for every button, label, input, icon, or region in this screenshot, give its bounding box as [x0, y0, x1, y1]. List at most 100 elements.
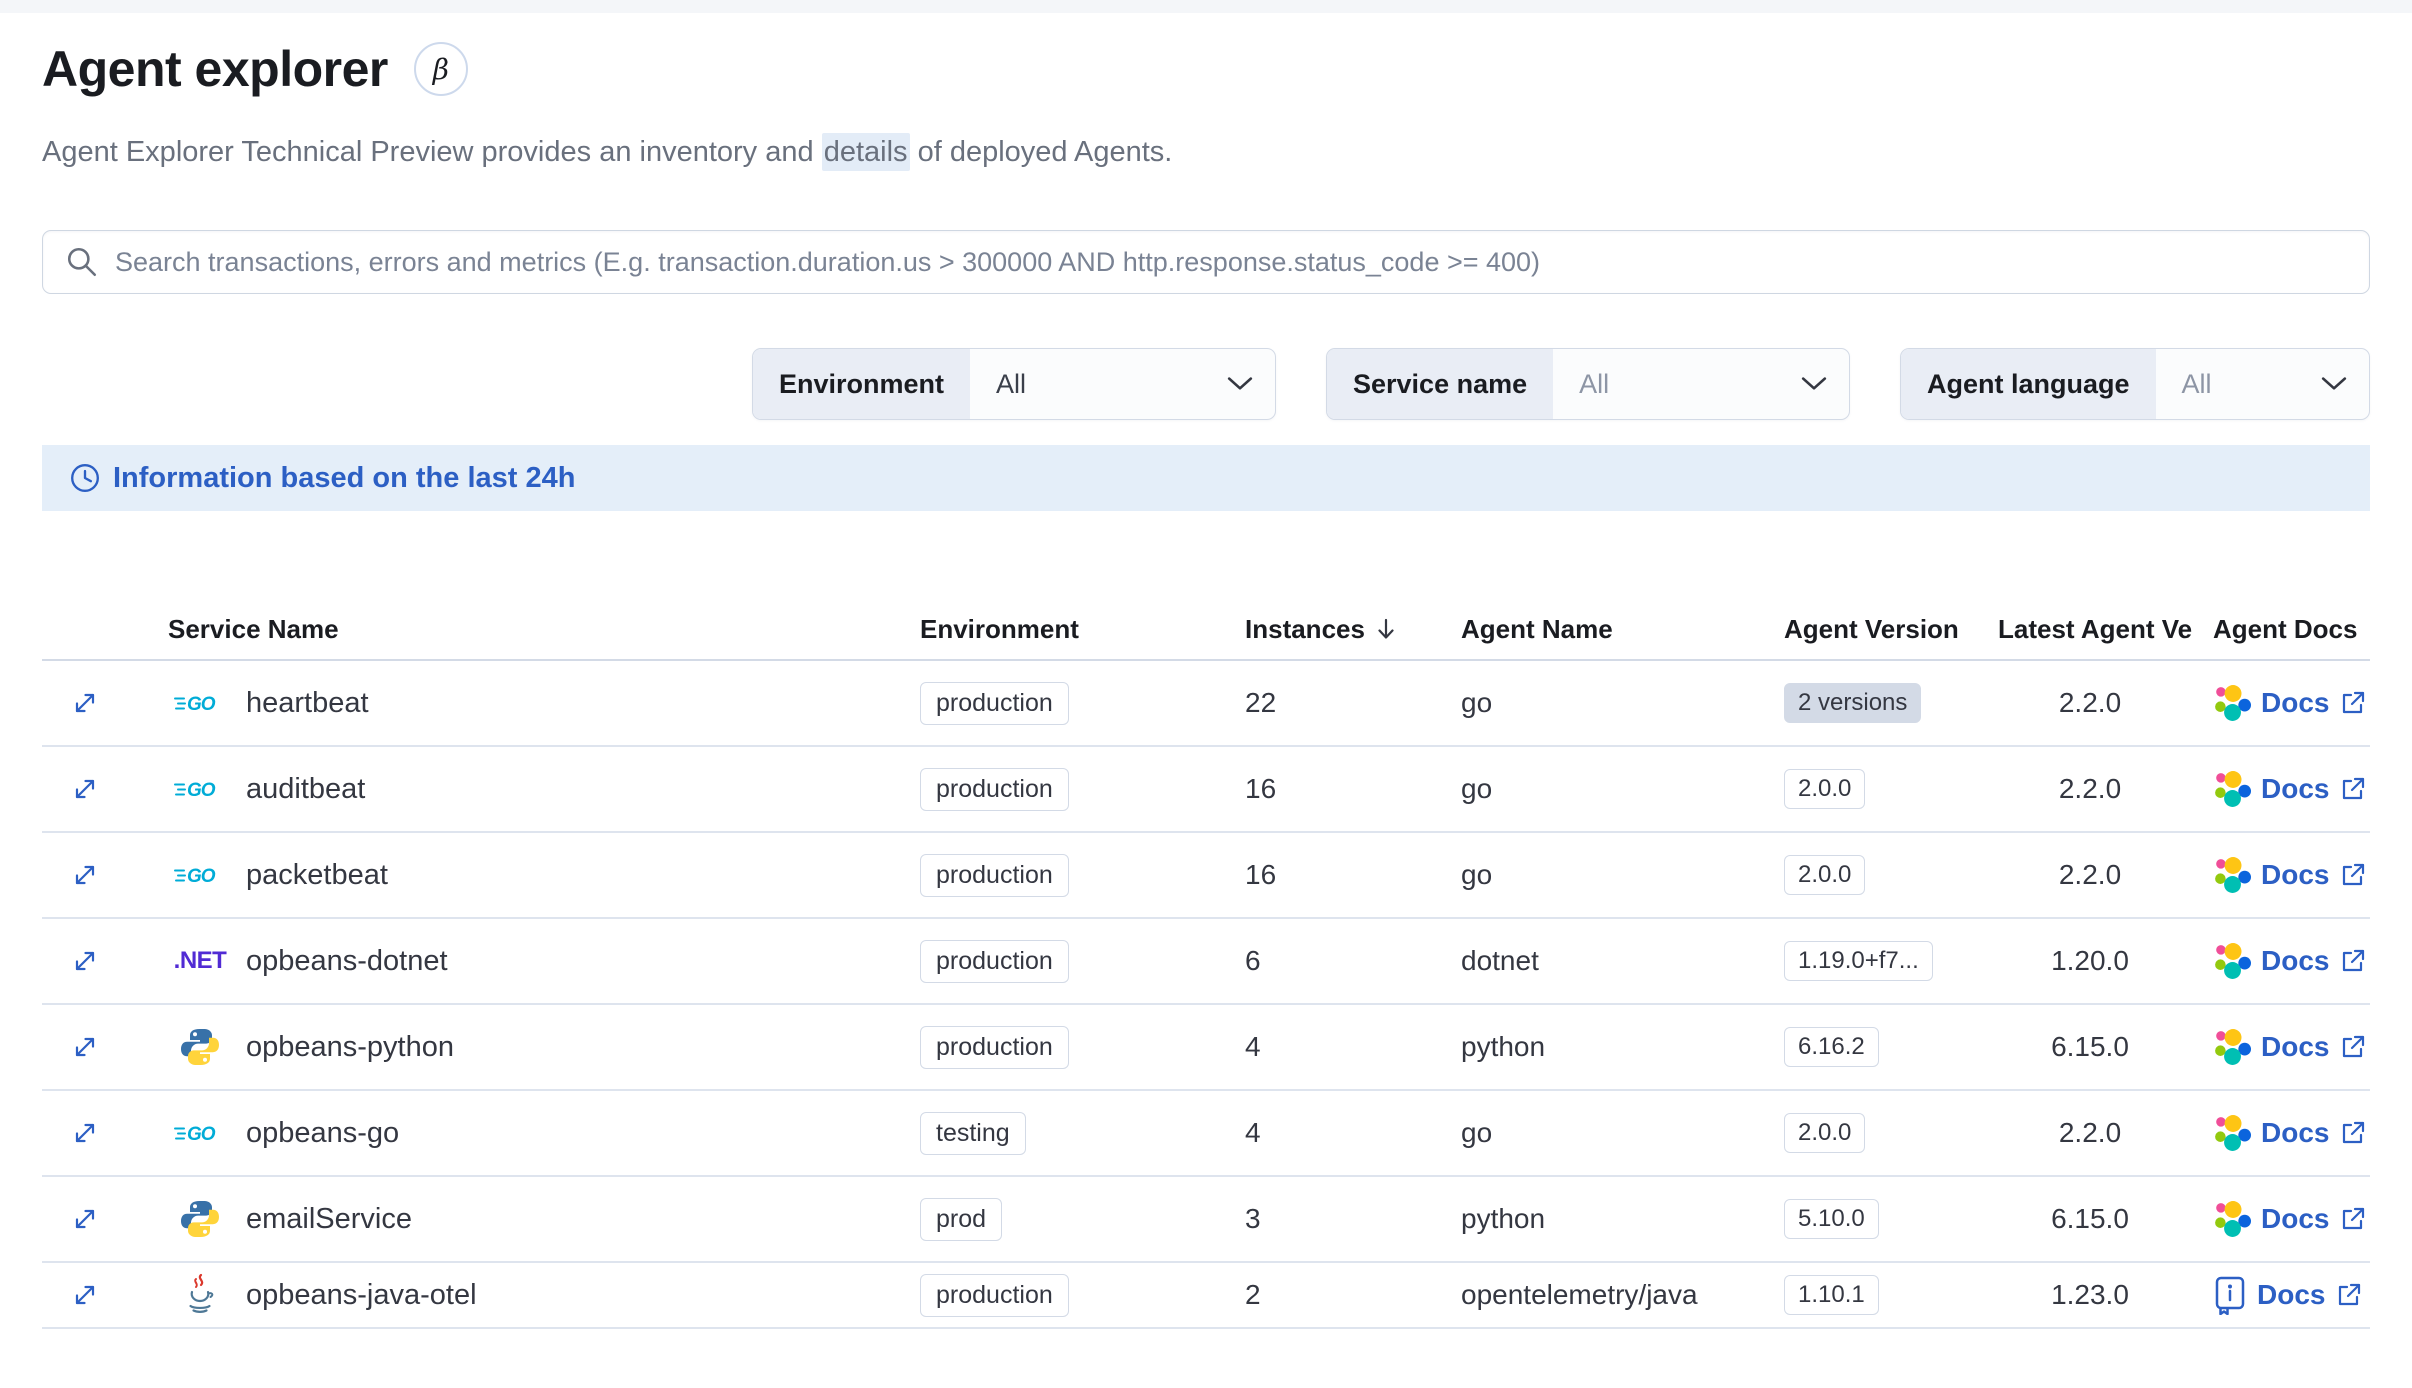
docs-link[interactable]: Docs — [2261, 859, 2329, 891]
table-row: GO .NET — [42, 747, 2370, 833]
docs-link[interactable]: Docs — [2261, 1203, 2329, 1235]
page-subtitle: Agent Explorer Technical Preview provide… — [42, 132, 2370, 172]
latest-agent-version: 1.23.0 — [2051, 1279, 2129, 1310]
service-name: packetbeat — [246, 858, 388, 891]
elastic-logo-icon — [2213, 1114, 2251, 1152]
service-name-filter[interactable]: Service name All — [1326, 348, 1850, 420]
agent-name: python — [1461, 1031, 1546, 1062]
environment-badge: production — [920, 853, 1069, 897]
agent-version-badge: 2 versions — [1784, 683, 1922, 723]
python-logo-icon — [168, 1199, 232, 1239]
elastic-logo-icon — [2213, 856, 2251, 894]
table-body: GO .NET — [42, 661, 2370, 1329]
expand-row-button[interactable] — [66, 1114, 104, 1152]
agent-version-badge: 2.0.0 — [1784, 769, 1866, 809]
elastic-logo-icon — [2213, 770, 2251, 808]
expand-row-button[interactable] — [66, 770, 104, 808]
sort-descending-icon — [1375, 616, 1397, 642]
environment-badge: production — [920, 1273, 1069, 1317]
agent-version-badge: 5.10.0 — [1784, 1199, 1879, 1239]
subtitle-text-end: of deployed Agents. — [909, 136, 1173, 168]
environment-badge: production — [920, 767, 1069, 811]
expand-icon — [75, 1037, 95, 1057]
agent-explorer-page: Agent explorer β Agent Explorer Technica… — [0, 40, 2412, 1329]
page-title: Agent explorer — [42, 41, 388, 97]
agent-docs-column-header: Agent Docs — [2213, 613, 2358, 644]
instances-count: 6 — [1245, 945, 1261, 976]
docs-link[interactable]: Docs — [2261, 945, 2329, 977]
chevron-down-icon — [1801, 349, 1827, 419]
expand-row-button[interactable] — [66, 942, 104, 980]
service-name-filter-label: Service name — [1327, 349, 1554, 419]
expand-row-button[interactable] — [66, 1276, 104, 1314]
environment-badge: production — [920, 1025, 1069, 1069]
java-logo-icon — [168, 1272, 232, 1318]
external-link-icon — [2339, 1205, 2367, 1233]
docs-link[interactable]: Docs — [2261, 773, 2329, 805]
agent-language-filter-label: Agent language — [1901, 349, 2156, 419]
docs-link[interactable]: Docs — [2261, 1117, 2329, 1149]
service-name-filter-value: All — [1579, 368, 1610, 399]
docs-link[interactable]: Docs — [2261, 687, 2329, 719]
expand-row-button[interactable] — [66, 684, 104, 722]
service-name: emailService — [246, 1202, 412, 1235]
latest-agent-version: 6.15.0 — [2051, 1031, 2129, 1062]
info-banner: Information based on the last 24h — [42, 445, 2370, 511]
elastic-logo-icon — [2213, 1028, 2251, 1066]
beta-badge: β — [413, 42, 468, 96]
environment-badge: production — [920, 939, 1069, 983]
external-link-icon — [2335, 1281, 2363, 1309]
instances-column-header[interactable]: Instances — [1230, 614, 1445, 645]
expand-icon — [75, 1285, 95, 1305]
instances-count: 16 — [1245, 859, 1277, 890]
agent-language-filter-value: All — [2181, 368, 2212, 399]
clock-icon — [69, 462, 101, 494]
agents-table: Service Name Environment Instances Agent… — [42, 599, 2370, 1329]
external-link-icon — [2339, 689, 2367, 717]
svg-text:GO: GO — [187, 866, 216, 887]
instances-count: 2 — [1245, 1279, 1261, 1310]
instances-count: 4 — [1245, 1117, 1261, 1148]
agent-name: opentelemetry/java — [1461, 1279, 1698, 1310]
docs-link[interactable]: Docs — [2257, 1279, 2325, 1311]
environment-column-header[interactable]: Environment — [900, 614, 1230, 645]
environment-filter[interactable]: Environment All — [752, 348, 1276, 420]
expand-icon — [75, 1209, 95, 1229]
agent-name: go — [1461, 1117, 1493, 1148]
docs-link[interactable]: Docs — [2261, 1031, 2329, 1063]
environment-badge: prod — [920, 1197, 1003, 1241]
agent-name-column-header[interactable]: Agent Name — [1445, 614, 1770, 645]
agent-language-filter[interactable]: Agent language All — [1900, 348, 2370, 420]
external-link-icon — [2339, 1033, 2367, 1061]
instances-header-label: Instances — [1245, 613, 1365, 644]
agent-name: dotnet — [1461, 945, 1539, 976]
table-row: GO .NET — [42, 1177, 2370, 1263]
agent-version-badge: 2.0.0 — [1784, 855, 1866, 895]
expand-icon — [75, 865, 95, 885]
agent-version-column-header[interactable]: Agent Version — [1770, 614, 1985, 645]
latest-agent-version-column-header[interactable]: Latest Agent Ve — [1985, 614, 2195, 645]
agent-version-badge: 2.0.0 — [1784, 1113, 1866, 1153]
table-header-row: Service Name Environment Instances Agent… — [42, 599, 2370, 661]
documentation-book-icon — [2213, 1275, 2247, 1315]
search-input[interactable] — [115, 246, 2347, 278]
agent-version-badge: 1.10.1 — [1784, 1275, 1879, 1315]
instances-count: 3 — [1245, 1203, 1261, 1234]
service-name-column-header[interactable]: Service Name — [128, 614, 900, 645]
search-bar[interactable] — [42, 230, 2370, 294]
elastic-logo-icon — [2213, 1200, 2251, 1238]
table-row: GO .NET — [42, 1091, 2370, 1177]
latest-agent-version: 2.2.0 — [2058, 1117, 2122, 1148]
app-chrome-strip — [0, 0, 2412, 13]
expand-row-button[interactable] — [66, 856, 104, 894]
svg-text:GO: GO — [187, 1124, 216, 1145]
environment-filter-value: All — [996, 368, 1027, 399]
expand-row-button[interactable] — [66, 1200, 104, 1238]
external-link-icon — [2339, 947, 2367, 975]
table-row: GO .NET — [42, 833, 2370, 919]
instances-count: 16 — [1245, 773, 1277, 804]
expand-icon — [75, 1123, 95, 1143]
expand-row-button[interactable] — [66, 1028, 104, 1066]
latest-agent-version: 6.15.0 — [2051, 1203, 2129, 1234]
subtitle-highlighted-word: details — [821, 133, 910, 171]
